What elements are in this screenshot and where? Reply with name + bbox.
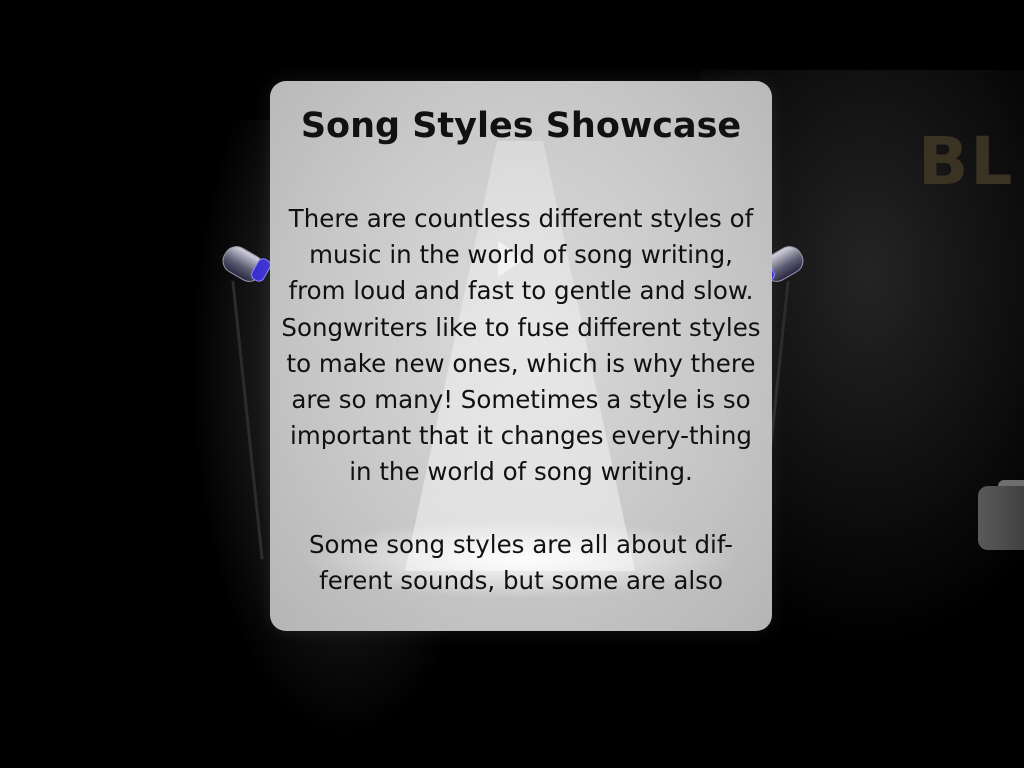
marquee-sign: BL xyxy=(918,126,1015,198)
stage-prop xyxy=(978,486,1024,550)
panel-title: Song Styles Showcase xyxy=(300,106,742,146)
paragraph-continued: Some song styles are all about dif-feren… xyxy=(309,529,733,595)
showcase-panel[interactable]: Song Styles Showcase There are countless… xyxy=(270,81,772,631)
panel-body-text[interactable]: There are countless different styles of … xyxy=(280,201,762,631)
paragraph-intro: There are countless different styles of … xyxy=(281,204,761,487)
